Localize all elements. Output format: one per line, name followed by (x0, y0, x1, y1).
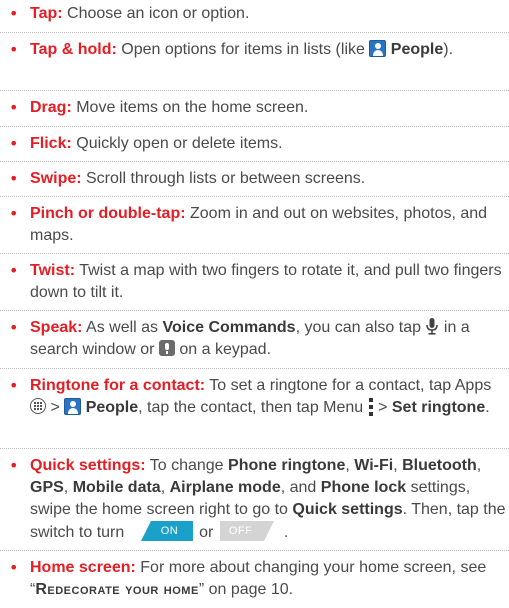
term-tap: Tap: (30, 5, 63, 22)
toggle-off-label: OFF (228, 525, 253, 537)
desc-end: . (283, 524, 289, 541)
bullet: • (9, 318, 19, 337)
comma: , (345, 457, 355, 474)
desc-speak-2: , you can also tap (295, 319, 426, 336)
apps-icon (30, 398, 46, 414)
desc-flick: Quickly open or delete items. (71, 135, 283, 152)
term-flick: Flick: (30, 135, 72, 152)
desc-speak: As well as (82, 319, 163, 336)
gps-label: GPS (30, 479, 64, 496)
phone-lock-label: Phone lock (320, 479, 407, 496)
help-page: • Tap: Choose an icon or option. • Tap &… (0, 0, 509, 608)
desc-twist: Twist a map with two fingers to rotate i… (30, 262, 502, 301)
divider (0, 90, 509, 91)
bullet: • (9, 204, 19, 223)
term-speak: Speak: (30, 319, 83, 336)
bullet: • (9, 40, 19, 59)
bluetooth-label: Bluetooth (402, 457, 477, 474)
toggle-on-icon: ON (131, 521, 193, 541)
mobile-data-label: Mobile data (72, 479, 161, 496)
divider (0, 448, 509, 449)
term-twist: Twist: (30, 262, 76, 279)
people-label: People (390, 41, 444, 58)
arrow-sep: > (373, 399, 392, 416)
divider (0, 196, 509, 197)
bullet: • (9, 98, 19, 117)
keyboard-mic-icon (158, 340, 175, 356)
toggle-off-icon: OFF (219, 521, 282, 541)
people-icon (369, 40, 387, 57)
bullet: • (9, 4, 19, 23)
desc-quick: To change (145, 457, 229, 474)
redecorate-link[interactable]: Redecorate your home (35, 581, 198, 598)
people-icon (64, 398, 82, 415)
desc-end: . (485, 399, 490, 416)
quick-settings-label: Quick settings (292, 501, 403, 518)
divider (0, 368, 509, 369)
arrow-sep: > (46, 399, 65, 416)
desc-end: ). (443, 41, 454, 58)
airplane-mode-label: Airplane mode (169, 479, 281, 496)
divider (0, 126, 509, 127)
menu-icon (368, 398, 374, 416)
desc-ringtone: To set a ringtone for a contact, tap App… (205, 377, 492, 394)
phone-ringtone-label: Phone ringtone (228, 457, 346, 474)
toggle-on-label: ON (160, 525, 179, 537)
bullet: • (9, 456, 19, 475)
set-ringtone-label: Set ringtone (391, 399, 486, 416)
and-word: , and (280, 479, 321, 496)
comma: , (476, 457, 482, 474)
divider (0, 253, 509, 254)
desc-home-2: ” on page 10. (198, 581, 294, 598)
desc-speak-4: on a keypad. (174, 341, 272, 358)
comma: , (393, 457, 403, 474)
bullet: • (9, 376, 19, 395)
term-home-screen: Home screen: (30, 559, 136, 576)
wifi-label: Wi-Fi (354, 457, 394, 474)
mic-icon (426, 318, 439, 335)
desc-ringtone-2: , tap the contact, then tap Menu (138, 399, 368, 416)
bullet: • (9, 134, 19, 153)
comma: , (160, 479, 170, 496)
divider (0, 32, 509, 33)
bullet: • (9, 169, 19, 188)
term-quick-settings: Quick settings: (30, 457, 146, 474)
term-swipe: Swipe: (30, 170, 82, 187)
term-tap-hold: Tap & hold: (30, 41, 117, 58)
divider (0, 310, 509, 311)
divider (0, 550, 509, 551)
desc-drag: Move items on the home screen. (71, 99, 309, 116)
people-label: People (85, 399, 139, 416)
or-word: or (194, 524, 218, 541)
desc-tap: Choose an icon or option. (62, 5, 250, 22)
term-ringtone: Ringtone for a contact: (30, 377, 206, 394)
divider (0, 161, 509, 162)
desc-swipe: Scroll through lists or between screens. (81, 170, 366, 187)
desc-tap-hold: Open options for items in lists (like (116, 41, 370, 58)
term-drag: Drag: (30, 99, 72, 116)
bullet: • (9, 261, 19, 280)
voice-commands-label: Voice Commands (162, 319, 296, 336)
term-pinch: Pinch or double-tap: (30, 205, 186, 222)
comma: , (63, 479, 73, 496)
bullet: • (9, 558, 19, 577)
